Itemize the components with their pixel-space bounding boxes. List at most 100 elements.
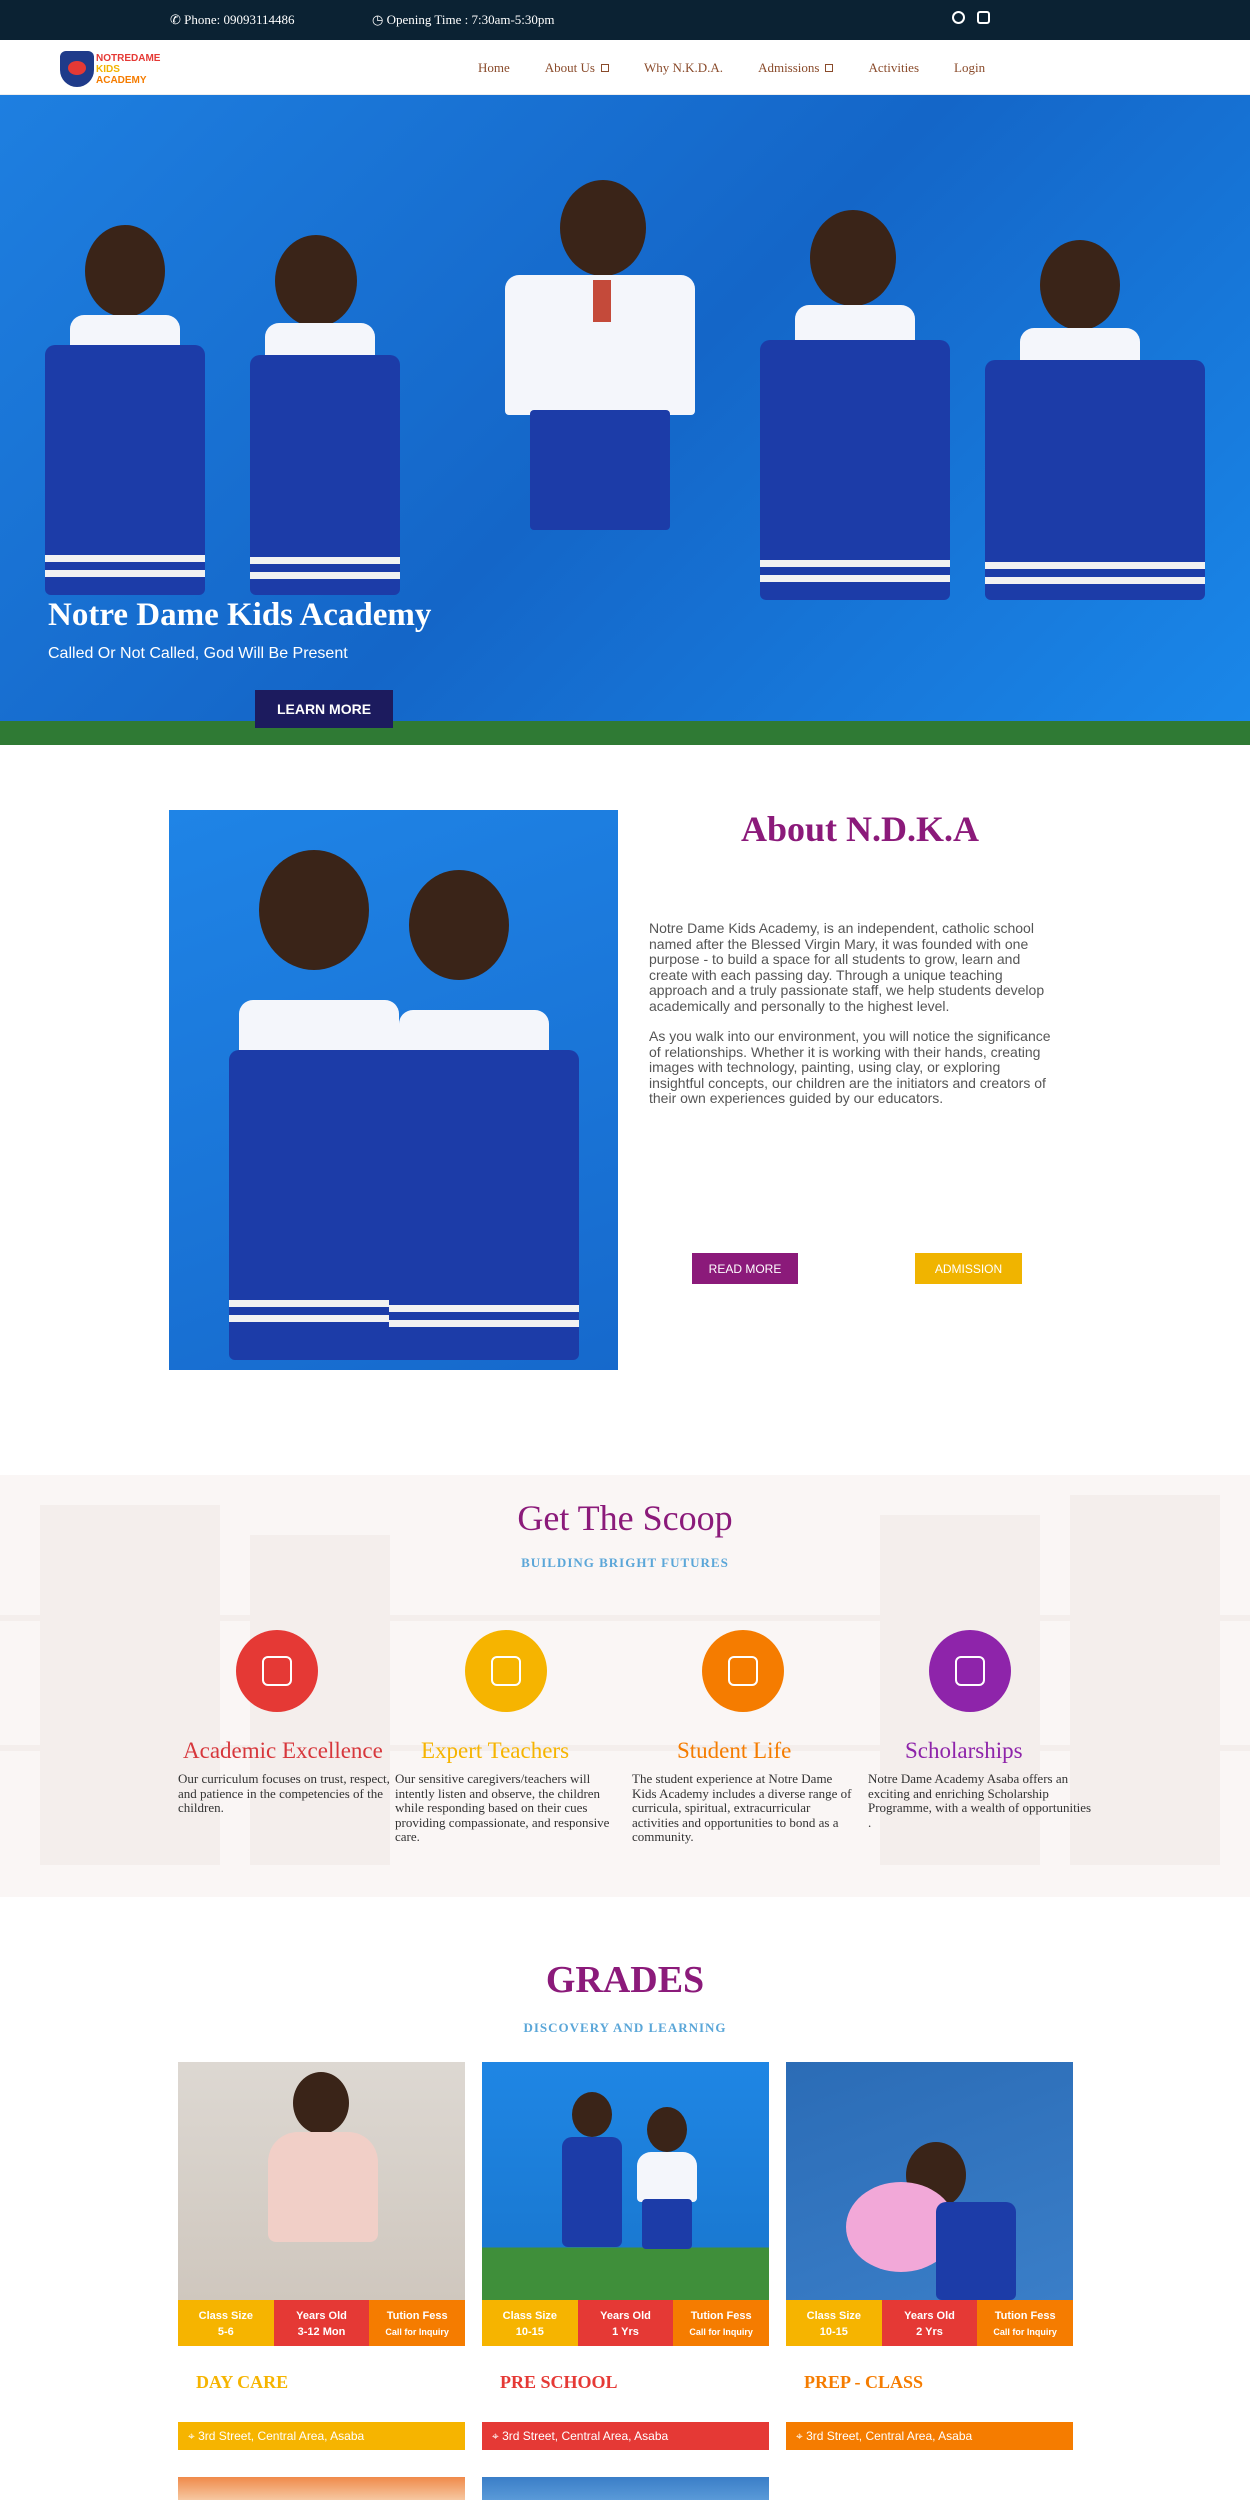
flower-icon bbox=[702, 1630, 784, 1712]
logo-line-2: KIDS bbox=[96, 64, 120, 75]
read-more-button[interactable]: READ MORE bbox=[692, 1253, 798, 1284]
grade-name[interactable]: PREP - CLASS bbox=[804, 2372, 923, 2393]
address-text: 3rd Street, Central Area, Asaba bbox=[502, 2429, 669, 2443]
grades-title: GRADES bbox=[545, 1959, 705, 2001]
grade-address: ⌖ 3rd Street, Central Area, Asaba bbox=[482, 2422, 769, 2450]
stat-label: Tution Fess bbox=[386, 2310, 448, 2322]
about-paragraph: As you walk into our environment, you wi… bbox=[649, 1028, 1051, 1106]
hero-title: Notre Dame Kids Academy bbox=[48, 597, 432, 633]
scoop-subtitle: BUILDING BRIGHT FUTURES bbox=[521, 1555, 729, 1570]
nav-label: Why N.K.D.A. bbox=[643, 60, 724, 75]
nav-label: Activities bbox=[868, 60, 920, 75]
address-text: 3rd Street, Central Area, Asaba bbox=[198, 2429, 365, 2443]
main-nav: NOTREDAME KIDS ACADEMY Home About Us Why… bbox=[0, 40, 1250, 95]
grades-subtitle: DISCOVERY AND LEARNING bbox=[523, 2020, 727, 2035]
nav-item-about-us[interactable]: About Us bbox=[545, 60, 609, 76]
tuition-fees: Tution Fess Call for Inquiry bbox=[673, 2300, 770, 2346]
grade-address: ⌖ 3rd Street, Central Area, Asaba bbox=[178, 2422, 465, 2450]
stat-label: Tution Fess bbox=[690, 2310, 752, 2322]
address-text: 3rd Street, Central Area, Asaba bbox=[806, 2429, 973, 2443]
feature-title: Expert Teachers bbox=[421, 1738, 570, 1763]
stat-label: Tution Fess bbox=[994, 2310, 1056, 2322]
about-text: Notre Dame Kids Academy, is an independe… bbox=[649, 920, 1059, 1122]
stat-value: 10-15 bbox=[819, 2326, 848, 2338]
pre-school-photo bbox=[482, 2062, 769, 2300]
logo-line-3: ACADEMY bbox=[96, 75, 147, 86]
feature-title: Academic Excellence bbox=[183, 1738, 383, 1763]
hero-banner: Notre Dame Kids Academy Called Or Not Ca… bbox=[0, 95, 1250, 745]
phone-number: Phone: 09093114486 bbox=[184, 12, 295, 27]
location-icon: ⌖ bbox=[492, 2429, 503, 2443]
grade-name[interactable]: DAY CARE bbox=[196, 2372, 288, 2393]
nav-label: About Us bbox=[544, 60, 595, 75]
feature-text: Our sensitive caregivers/teachers will i… bbox=[395, 1771, 610, 1844]
tuition-fees: Tution Fess Call for Inquiry bbox=[977, 2300, 1074, 2346]
chevron-down-icon bbox=[825, 64, 834, 72]
about-title: About N.D.K.A bbox=[740, 809, 980, 849]
scoop-section: Get The Scoop BUILDING BRIGHT FUTURES Ac… bbox=[0, 1475, 1250, 1897]
abc-blocks-icon bbox=[236, 1630, 318, 1712]
grass bbox=[0, 721, 1250, 745]
grade-stats: Class Size 10-15 Years Old 2 Yrs Tution Fe… bbox=[786, 2300, 1074, 2346]
prep-class-photo bbox=[786, 2062, 1073, 2300]
years-old: Years Old 3-12 Mon bbox=[273, 2300, 370, 2346]
nav-item-why-nkda[interactable]: Why N.K.D.A. bbox=[644, 60, 723, 76]
stat-value: Call for Inquiry bbox=[689, 2327, 753, 2337]
feature-text: Notre Dame Academy Asaba offers an excit… bbox=[868, 1771, 1092, 1830]
feature-text: Our curriculum focuses on trust, respect… bbox=[178, 1771, 390, 1815]
class-size: Class Size 10-15 bbox=[786, 2300, 882, 2346]
stat-value: 3-12 Mon bbox=[297, 2326, 346, 2338]
about-paragraph: Notre Dame Kids Academy, is an independe… bbox=[649, 920, 1045, 1014]
learn-more-button[interactable]: LEARN MORE bbox=[255, 690, 393, 728]
grade-stats: Class Size 5-6 Years Old 3-12 Mon Tution F… bbox=[178, 2300, 466, 2346]
opening-hours: Opening Time : 7:30am-5:30pm bbox=[386, 12, 555, 27]
stat-value: Call for Inquiry bbox=[385, 2327, 449, 2337]
logo-shield-icon bbox=[60, 51, 94, 87]
stat-value: Call for Inquiry bbox=[993, 2327, 1057, 2337]
logo-line-1: NOTREDAME bbox=[96, 53, 161, 64]
feature-title: Student Life bbox=[677, 1738, 792, 1763]
tuition-fees: Tution Fess Call for Inquiry bbox=[369, 2300, 466, 2346]
feature-title: Scholarships bbox=[905, 1738, 1023, 1763]
child-figure bbox=[985, 240, 1215, 740]
nav-item-admissions[interactable]: Admissions bbox=[758, 60, 834, 76]
teacher-icon bbox=[465, 1630, 547, 1712]
phone-icon: ✆ bbox=[170, 12, 185, 27]
social-links bbox=[952, 11, 990, 24]
class-size: Class Size 10-15 bbox=[482, 2300, 578, 2346]
stat-value: 2 Yrs bbox=[916, 2326, 943, 2338]
class-size: Class Size 5-6 bbox=[178, 2300, 274, 2346]
scoop-title: Get The Scoop bbox=[517, 1498, 733, 1538]
nav-label: Login bbox=[954, 60, 986, 75]
stat-label: Years Old bbox=[296, 2310, 347, 2322]
location-icon: ⌖ bbox=[796, 2429, 807, 2443]
stat-value: 1 Yrs bbox=[612, 2326, 639, 2338]
stat-value: 10-15 bbox=[515, 2326, 544, 2338]
location-icon: ⌖ bbox=[188, 2429, 199, 2443]
about-photo bbox=[169, 810, 618, 1370]
years-old: Years Old 1 Yrs bbox=[577, 2300, 674, 2346]
stat-value: 5-6 bbox=[217, 2326, 234, 2338]
nav-item-activities[interactable]: Activities bbox=[868, 60, 919, 76]
site-logo[interactable]: NOTREDAME KIDS ACADEMY bbox=[60, 49, 170, 89]
child-figure bbox=[369, 870, 589, 1370]
grade-card-partial bbox=[178, 2477, 465, 2500]
facebook-icon[interactable] bbox=[952, 11, 965, 24]
grade-address: ⌖ 3rd Street, Central Area, Asaba bbox=[786, 2422, 1073, 2450]
nav-menu: Home About Us Why N.K.D.A. Admissions Ac… bbox=[478, 60, 1020, 76]
instagram-icon[interactable] bbox=[977, 11, 990, 24]
nav-item-login[interactable]: Login bbox=[954, 60, 985, 76]
phone-text: ✆ Phone: 09093114486 bbox=[170, 12, 295, 28]
chevron-down-icon bbox=[600, 64, 609, 72]
grade-name[interactable]: PRE SCHOOL bbox=[500, 2372, 618, 2393]
child-figure bbox=[750, 210, 960, 740]
nav-item-home[interactable]: Home bbox=[478, 60, 510, 76]
feature-text: The student experience at Notre Dame Kid… bbox=[632, 1771, 852, 1844]
child-figure bbox=[490, 180, 700, 740]
stat-label: Class Size bbox=[806, 2310, 862, 2322]
admission-button[interactable]: ADMISSION bbox=[915, 1253, 1022, 1284]
hero-subtitle: Called Or Not Called, God Will Be Presen… bbox=[48, 645, 348, 662]
nav-label: Home bbox=[478, 60, 510, 75]
hours-text: ◷ Opening Time : 7:30am-5:30pm bbox=[372, 12, 555, 28]
stat-label: Class Size bbox=[502, 2310, 558, 2322]
